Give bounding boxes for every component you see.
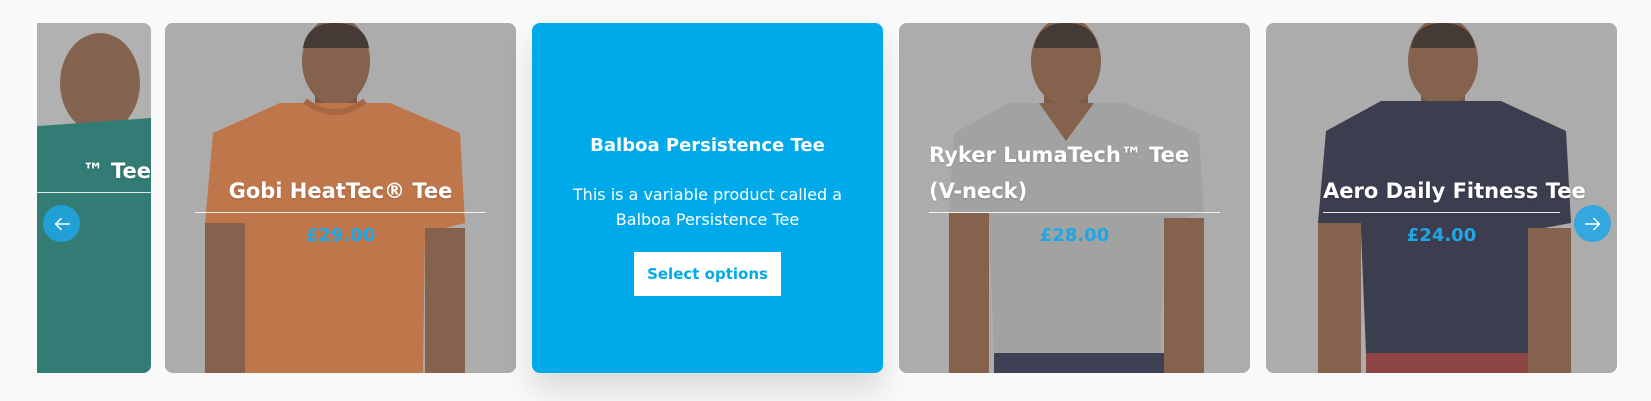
product-info: ™ Tee	[37, 153, 151, 205]
featured-product-card: Balboa Persistence Tee This is a variabl…	[532, 23, 883, 373]
product-title[interactable]: ™ Tee	[37, 153, 151, 189]
product-card[interactable]: Gobi HeatTec® Tee £29.00	[165, 23, 516, 373]
arrow-right-icon	[1584, 217, 1600, 230]
select-options-button[interactable]: Select options	[634, 252, 781, 296]
product-card[interactable]: ™ Tee	[37, 23, 151, 373]
product-carousel: ™ Tee Gobi HeatTec® Tee £29.00 Balboa Pe…	[37, 0, 1651, 401]
title-divider	[1323, 212, 1560, 213]
product-info: Gobi HeatTec® Tee £29.00	[195, 173, 486, 246]
product-price: £29.00	[305, 225, 376, 246]
product-title[interactable]: Gobi HeatTec® Tee	[195, 173, 486, 209]
arrow-left-icon	[54, 217, 70, 230]
product-price: £28.00	[1039, 225, 1110, 246]
product-title[interactable]: Ryker LumaTech™ Tee (V-neck)	[929, 137, 1220, 209]
product-description: This is a variable product called a Balb…	[572, 185, 843, 229]
title-divider	[195, 212, 486, 213]
product-title[interactable]: Balboa Persistence Tee	[532, 135, 883, 156]
product-price: £24.00	[1406, 225, 1477, 246]
title-divider	[929, 212, 1220, 213]
product-info: Ryker LumaTech™ Tee (V-neck) £28.00	[929, 137, 1220, 246]
carousel-next-button[interactable]	[1574, 205, 1611, 242]
carousel-prev-button[interactable]	[43, 205, 80, 242]
product-info: Aero Daily Fitness Tee £24.00	[1323, 173, 1586, 246]
product-title[interactable]: Aero Daily Fitness Tee	[1323, 173, 1586, 209]
product-card[interactable]: Aero Daily Fitness Tee £24.00	[1266, 23, 1617, 373]
product-card[interactable]: Ryker LumaTech™ Tee (V-neck) £28.00	[899, 23, 1250, 373]
title-divider	[37, 192, 151, 193]
